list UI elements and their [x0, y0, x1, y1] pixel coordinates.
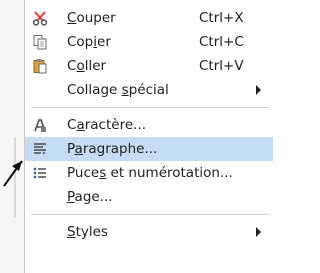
shortcut-label: Ctrl+V — [199, 58, 244, 74]
menu-item-copy[interactable]: Copier Ctrl+C — [25, 30, 273, 54]
submenu-arrow-icon — [256, 227, 261, 237]
menu-item-paragraph[interactable]: Paragraphe... — [25, 137, 273, 161]
menu-item-paste[interactable]: Coller Ctrl+V — [25, 54, 273, 78]
menu-item-label: Collage spécial — [67, 82, 169, 98]
menu-separator — [31, 107, 269, 108]
menu-separator — [31, 214, 269, 215]
menu-item-label: Caractère... — [67, 117, 146, 133]
menu-item-label: Couper — [67, 10, 116, 26]
character-icon — [34, 119, 46, 132]
menu-item-styles[interactable]: Styles — [25, 220, 273, 244]
copy-icon — [33, 35, 47, 50]
bullets-numbering-icon — [33, 167, 46, 179]
paragraph-icon — [34, 143, 46, 155]
menu-item-label: Puces et numérotation... — [67, 165, 233, 181]
menu-item-page[interactable]: Page... — [25, 185, 273, 209]
context-menu: Couper Ctrl+X Copier Ctrl+C Coller Ctrl+… — [24, 0, 273, 273]
screen: Couper Ctrl+X Copier Ctrl+C Coller Ctrl+… — [0, 0, 273, 273]
menu-item-label: Copier — [67, 34, 111, 50]
scissors-icon — [32, 11, 48, 26]
menu-item-bullets-numbering[interactable]: Puces et numérotation... — [25, 161, 273, 185]
menu-item-character[interactable]: Caractère... — [25, 113, 273, 137]
menu-item-label: Coller — [67, 58, 107, 74]
submenu-arrow-icon — [256, 85, 261, 95]
menu-item-label: Styles — [67, 224, 108, 240]
menu-item-label: Page... — [67, 189, 113, 205]
menu-item-label: Paragraphe... — [67, 141, 158, 157]
shortcut-label: Ctrl+X — [199, 10, 244, 26]
shortcut-label: Ctrl+C — [199, 34, 244, 50]
document-background — [0, 0, 24, 273]
menu-item-cut[interactable]: Couper Ctrl+X — [25, 6, 273, 30]
paste-icon — [33, 59, 47, 74]
mouse-pointer-icon — [3, 160, 23, 187]
menu-item-paste-special[interactable]: Collage spécial — [25, 78, 273, 102]
